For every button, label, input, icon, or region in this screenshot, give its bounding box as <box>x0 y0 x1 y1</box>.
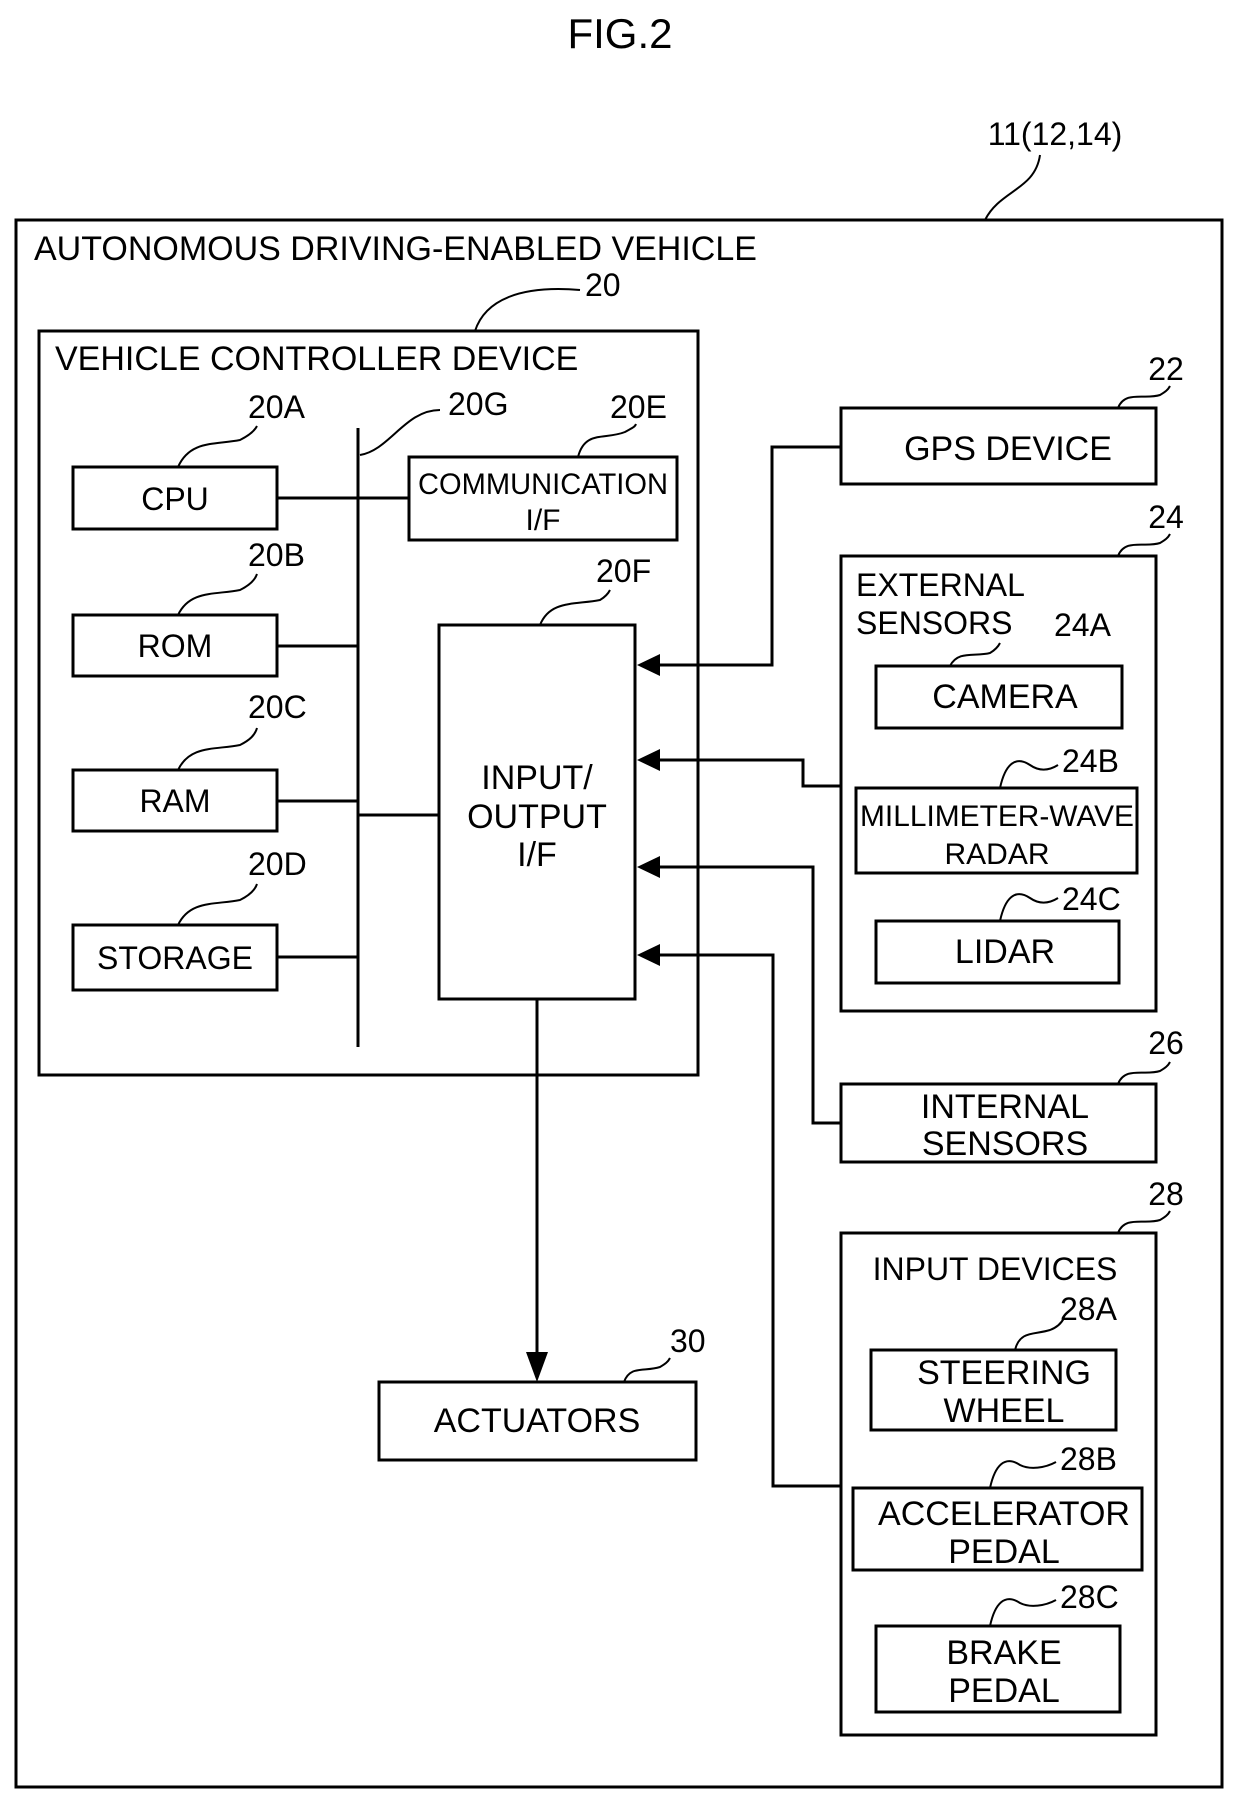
brake-pedal-leader <box>989 1598 1057 1627</box>
steering-wheel-label-line2: WHEEL <box>944 1392 1065 1430</box>
external-arrow-icon <box>637 749 660 771</box>
gps-to-io-line <box>656 445 841 667</box>
vehicle-controller-leader <box>474 288 581 332</box>
internal-to-io-line <box>656 865 841 1125</box>
cpu-label: CPU <box>141 481 209 517</box>
comm-if-label-line1: COMMUNICATION <box>418 468 668 501</box>
internal-sensors-label-line2: SENSORS <box>922 1125 1088 1163</box>
vehicle-ref: 11(12,14) <box>988 116 1123 152</box>
input-arrow-icon <box>637 944 660 966</box>
input-devices-ref: 28 <box>1148 1176 1184 1212</box>
rom-label: ROM <box>138 628 213 664</box>
io-if-leader <box>539 589 611 626</box>
camera-ref: 24A <box>1054 607 1112 643</box>
radar-leader <box>999 760 1059 789</box>
vehicle-controller-label: VEHICLE CONTROLLER DEVICE <box>55 340 578 378</box>
gps-arrow-icon <box>637 654 660 676</box>
rom-leader <box>177 573 258 616</box>
radar-label-line1: MILLIMETER-WAVE <box>860 800 1134 833</box>
vehicle-controller-ref: 20 <box>585 267 621 303</box>
brake-pedal-label-line1: BRAKE <box>946 1634 1061 1672</box>
comm-if-label-line2: I/F <box>526 504 561 537</box>
io-if-label-line3: I/F <box>517 836 557 874</box>
internal-sensors-leader <box>1117 1061 1171 1085</box>
vehicle-leader-line <box>984 154 1041 221</box>
camera-leader <box>949 642 1001 667</box>
input-devices-leader <box>1117 1210 1171 1234</box>
brake-pedal-ref: 28C <box>1060 1579 1119 1615</box>
external-sensors-label-line2: SENSORS <box>856 605 1012 641</box>
accelerator-pedal-ref: 28B <box>1060 1441 1117 1477</box>
actuators-arrow-icon <box>526 1352 548 1382</box>
io-if-label-line2: OUTPUT <box>467 798 607 836</box>
actuators-label: ACTUATORS <box>434 1402 641 1440</box>
bus-leader <box>359 409 441 456</box>
gps-leader <box>1117 385 1171 409</box>
internal-sensors-label-line1: INTERNAL <box>921 1088 1089 1126</box>
lidar-label: LIDAR <box>955 933 1055 971</box>
comm-if-leader <box>577 423 637 458</box>
steering-wheel-ref: 28A <box>1060 1291 1118 1327</box>
io-if-ref: 20F <box>596 553 651 589</box>
storage-label: STORAGE <box>97 940 253 976</box>
bus-ref: 20G <box>448 386 508 422</box>
ram-label: RAM <box>139 783 210 819</box>
brake-pedal-label-line2: PEDAL <box>948 1672 1060 1710</box>
external-to-io-line <box>656 758 841 788</box>
external-sensors-ref: 24 <box>1148 499 1184 535</box>
cpu-leader <box>177 425 258 468</box>
accelerator-pedal-leader <box>989 1460 1057 1489</box>
radar-label-line2: RADAR <box>944 838 1049 871</box>
vehicle-label: AUTONOMOUS DRIVING-ENABLED VEHICLE <box>34 230 757 268</box>
accelerator-pedal-label-line1: ACCELERATOR <box>878 1495 1130 1533</box>
lidar-ref: 24C <box>1062 881 1121 917</box>
cpu-ref: 20A <box>248 389 306 425</box>
lidar-leader <box>999 893 1059 922</box>
gps-label: GPS DEVICE <box>904 430 1112 468</box>
comm-if-ref: 20E <box>610 389 667 425</box>
gps-ref: 22 <box>1148 351 1184 387</box>
figure-title: FIG.2 <box>567 10 672 57</box>
input-devices-label: INPUT DEVICES <box>873 1251 1118 1287</box>
actuators-ref: 30 <box>670 1323 706 1359</box>
steering-wheel-label-line1: STEERING <box>917 1354 1091 1392</box>
camera-label: CAMERA <box>932 678 1078 716</box>
external-sensors-label-line1: EXTERNAL <box>856 567 1025 603</box>
internal-arrow-icon <box>637 856 660 878</box>
actuators-leader <box>623 1357 671 1383</box>
io-if-label-line1: INPUT/ <box>481 759 593 797</box>
storage-ref: 20D <box>248 846 307 882</box>
rom-ref: 20B <box>248 537 305 573</box>
external-sensors-leader <box>1117 533 1171 557</box>
ram-ref: 20C <box>248 689 307 725</box>
internal-sensors-ref: 26 <box>1148 1025 1184 1061</box>
accelerator-pedal-label-line2: PEDAL <box>948 1533 1060 1571</box>
ram-leader <box>177 727 258 771</box>
storage-leader <box>177 883 258 926</box>
block-diagram: FIG.2 AUTONOMOUS DRIVING-ENABLED VEHICLE… <box>14 10 1224 1789</box>
radar-ref: 24B <box>1062 743 1119 779</box>
steering-wheel-leader <box>1014 1317 1065 1351</box>
